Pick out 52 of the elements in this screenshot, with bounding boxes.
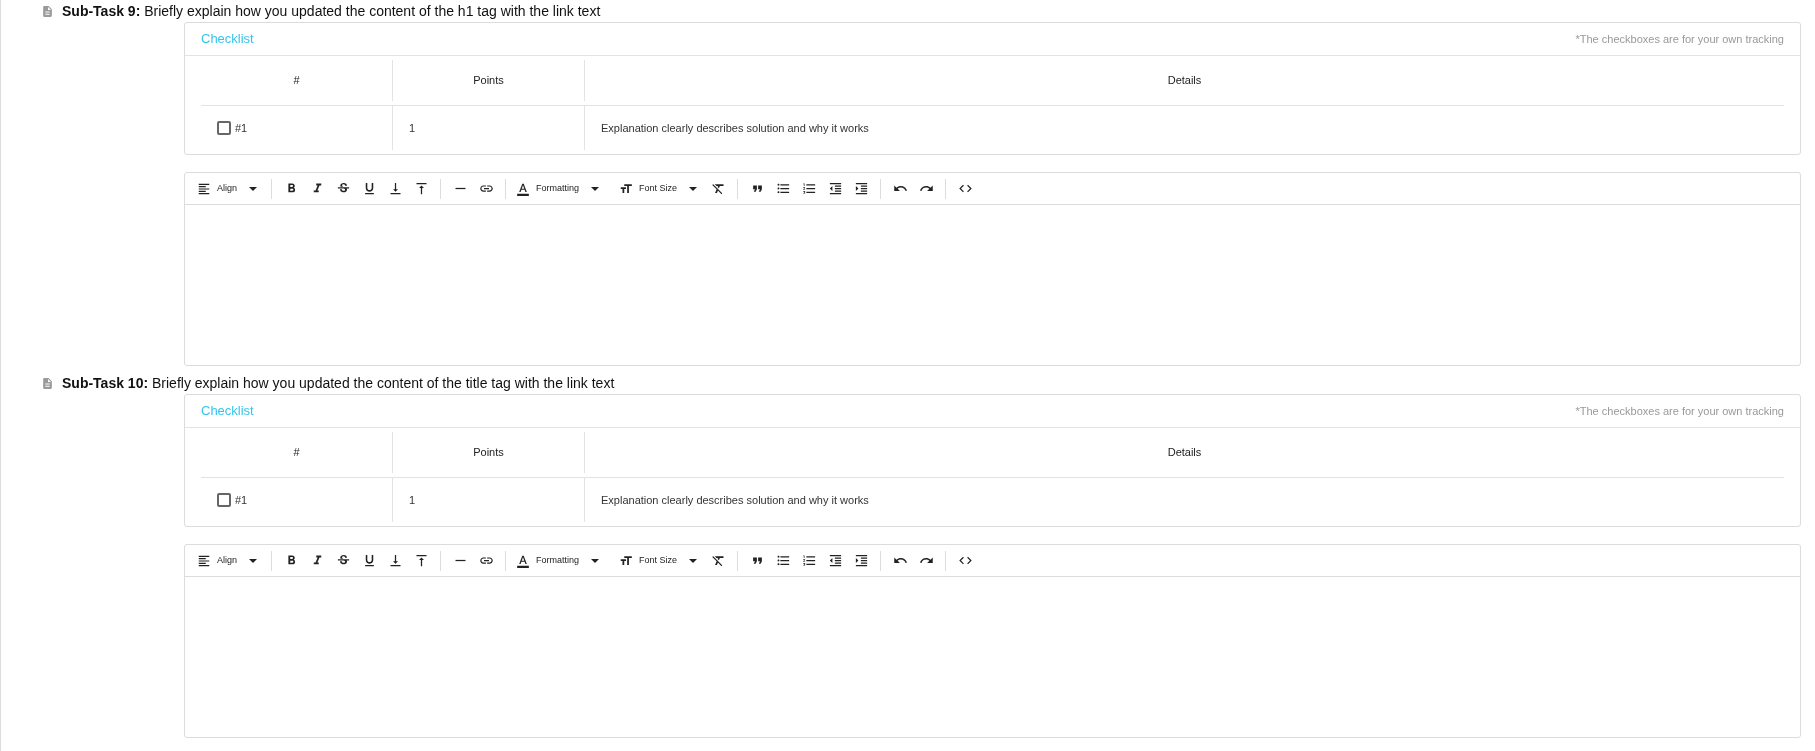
clear-format-icon (710, 553, 726, 568)
outdent-icon (827, 181, 843, 196)
caret-icon (689, 558, 698, 563)
tracking-note: *The checkboxes are for your own tracking (1575, 403, 1784, 419)
indent-icon (853, 553, 869, 568)
details-cell-text: Explanation clearly describes solution and why it works (601, 492, 869, 508)
points-cell-text: 1 (409, 492, 416, 508)
checklist-title: Checklist (201, 30, 254, 49)
text-editor[interactable]: Align Formatting Font Size (184, 544, 1801, 738)
caret-icon (249, 558, 257, 563)
caret-icon (591, 186, 600, 191)
align-icon (197, 553, 211, 568)
column-header: Points (473, 445, 504, 461)
column-header: # (293, 73, 300, 89)
align-dropdown[interactable]: Align (193, 175, 265, 202)
formatting-icon (516, 553, 530, 568)
subtask-heading: Sub-Task 9: Briefly explain how you updated the content of the h1 tag with the link text (62, 1, 601, 21)
subtask-heading: Sub-Task 10: Briefly explain how you updated the content of the title tag with the link text (62, 373, 615, 393)
numbered-list-icon (801, 553, 817, 568)
indent-icon (853, 181, 869, 196)
column-header: # (293, 445, 300, 461)
column-header: Details (1167, 445, 1202, 461)
formatting-dropdown[interactable]: Formatting (512, 547, 608, 574)
font-size-dropdown[interactable]: Font Size (615, 175, 706, 202)
bulleted-list-icon (775, 553, 791, 568)
caret-icon (591, 558, 600, 563)
clear-format-icon (710, 181, 726, 196)
numbered-list-icon (801, 181, 817, 196)
caret-icon (249, 186, 257, 191)
outdent-icon (827, 553, 843, 568)
checklist-title: Checklist (201, 402, 254, 421)
details-cell-text: Explanation clearly describes solution and why it works (601, 120, 869, 136)
formatting-icon (516, 181, 530, 196)
align-dropdown[interactable]: Align (193, 547, 265, 574)
row-number: #1 (235, 120, 248, 136)
caret-icon (689, 186, 698, 191)
document-icon (41, 4, 54, 18)
document-icon (41, 376, 54, 390)
font-size-dropdown[interactable]: Font Size (615, 547, 706, 574)
column-header: Details (1167, 73, 1202, 89)
points-cell-text: 1 (409, 120, 416, 136)
text-editor[interactable]: Align Formatting Font Size (184, 172, 1801, 366)
tracking-note: *The checkboxes are for your own tracking (1575, 31, 1784, 47)
row-number: #1 (235, 492, 248, 508)
font-size-icon (619, 553, 634, 568)
font-size-icon (619, 181, 634, 196)
checkbox[interactable] (217, 121, 231, 135)
align-icon (197, 181, 211, 196)
column-header: Points (473, 73, 504, 89)
formatting-dropdown[interactable]: Formatting (512, 175, 608, 202)
checkbox[interactable] (217, 493, 231, 507)
bulleted-list-icon (775, 181, 791, 196)
